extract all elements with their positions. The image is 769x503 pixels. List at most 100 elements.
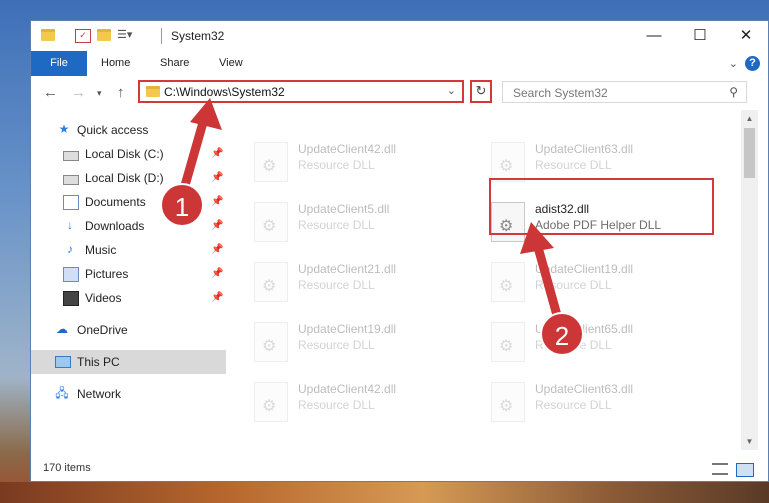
file-name: UpdateClient42.dll — [298, 142, 397, 156]
close-button[interactable]: ✕ — [723, 21, 768, 51]
file-description: Resource DLL — [298, 338, 375, 352]
step-2-badge: 2 — [540, 312, 584, 356]
file-explorer-window: ✓ ☰▾ System32 — ☐ ✕ File Home Share View… — [30, 20, 769, 482]
search-input[interactable]: Search System32 ⚲ — [502, 81, 747, 103]
dll-file-icon: ⚙ — [254, 262, 288, 302]
list-item[interactable]: ⚙ UpdateClient42.dll Resource DLL — [254, 138, 474, 188]
list-item[interactable]: ⚙ UpdateClient19.dll Resource DLL — [254, 318, 474, 368]
network-icon: 🖧 — [55, 386, 69, 400]
forward-arrow-icon[interactable]: → — [71, 84, 86, 101]
pictures-icon — [63, 267, 79, 282]
sidebar-item-this-pc[interactable]: This PC — [31, 350, 226, 374]
dll-file-icon: ⚙ — [254, 382, 288, 422]
back-arrow-icon[interactable]: ← — [43, 84, 58, 101]
videos-icon — [63, 291, 79, 306]
gear-icon: ⚙ — [499, 158, 514, 175]
status-bar: 170 items — [31, 456, 768, 481]
maximize-button[interactable]: ☐ — [677, 21, 723, 51]
window-title: System32 — [171, 29, 225, 43]
sidebar-item-network[interactable]: 🖧 Network — [31, 382, 226, 406]
star-icon: ★ — [58, 122, 70, 136]
dll-file-icon: ⚙ — [491, 142, 525, 182]
file-description: Resource DLL — [535, 398, 612, 412]
dll-file-icon: ⚙ — [491, 382, 525, 422]
sidebar-item-label: Music — [85, 243, 117, 257]
sidebar-item-label: Pictures — [85, 267, 129, 281]
sidebar-item-label: Downloads — [85, 219, 145, 233]
file-description: Resource DLL — [298, 218, 375, 232]
desktop-wallpaper — [0, 482, 769, 503]
title-bar: ✓ ☰▾ System32 — ☐ ✕ — [31, 21, 768, 51]
scroll-thumb[interactable] — [744, 128, 755, 178]
details-view-icon[interactable] — [712, 463, 728, 475]
search-placeholder: Search System32 — [513, 86, 608, 100]
new-folder-icon[interactable] — [97, 29, 111, 41]
pin-icon: 📌 — [211, 220, 224, 231]
gear-icon: ⚙ — [499, 338, 514, 355]
tab-file[interactable]: File — [31, 51, 87, 76]
list-item[interactable]: ⚙ UpdateClient5.dll Resource DLL — [254, 198, 474, 248]
customize-toolbar-icon[interactable]: ☰▾ — [117, 29, 132, 41]
pin-icon: 📌 — [211, 268, 224, 279]
chevron-down-icon[interactable]: ⌄ — [729, 57, 738, 70]
help-icon[interactable]: ? — [745, 56, 760, 71]
sidebar-item-local-disk-d[interactable]: Local Disk (D:) 📌 — [31, 166, 226, 190]
sidebar-item-local-disk-c[interactable]: Local Disk (C:) 📌 — [31, 142, 226, 166]
music-icon: ♪ — [67, 242, 73, 256]
pin-icon: 📌 — [211, 196, 224, 207]
refresh-icon[interactable]: ↻ — [470, 80, 492, 103]
sidebar-item-pictures[interactable]: Pictures 📌 — [31, 262, 226, 286]
gear-icon: ⚙ — [262, 218, 277, 235]
title-separator — [161, 28, 162, 44]
file-description: Resource DLL — [535, 278, 612, 292]
sidebar-item-music[interactable]: ♪ Music 📌 — [31, 238, 226, 262]
navigation-bar: ← → ▾ ↑ C:\Windows\System32 ⌄ ↻ Search S… — [31, 76, 768, 110]
gear-icon: ⚙ — [262, 278, 277, 295]
list-item[interactable]: ⚙ UpdateClient65.dll Resource DLL — [491, 318, 711, 368]
dll-file-icon: ⚙ — [254, 202, 288, 242]
step-1-badge: 1 — [160, 183, 204, 227]
scroll-down-icon[interactable]: ▼ — [741, 433, 758, 450]
sidebar-item-label: This PC — [77, 355, 120, 369]
drive-icon — [63, 151, 79, 161]
pin-icon: 📌 — [211, 172, 224, 183]
file-name: UpdateClient21.dll — [298, 262, 397, 276]
documents-icon — [63, 195, 79, 210]
sidebar-item-label: Quick access — [77, 123, 149, 137]
up-arrow-icon[interactable]: ↑ — [117, 84, 125, 101]
file-description: Resource DLL — [535, 158, 612, 172]
recent-locations-chevron-icon[interactable]: ▾ — [97, 88, 102, 99]
list-item[interactable]: ⚙ UpdateClient19.dll Resource DLL — [491, 258, 711, 308]
tab-view[interactable]: View — [219, 51, 243, 76]
pin-icon: 📌 — [211, 244, 224, 255]
tab-share[interactable]: Share — [160, 51, 189, 76]
address-bar[interactable]: C:\Windows\System32 ⌄ — [138, 80, 464, 103]
file-list: ⚙ UpdateClient42.dll Resource DLL ⚙ Upda… — [226, 110, 741, 450]
address-path[interactable]: C:\Windows\System32 — [164, 85, 285, 99]
dll-file-icon: ⚙ — [254, 322, 288, 362]
dll-file-icon: ⚙ — [491, 262, 525, 302]
file-description: Resource DLL — [298, 398, 375, 412]
list-item[interactable]: ⚙ UpdateClient42.dll Resource DLL — [254, 378, 474, 428]
folder-icon — [41, 29, 55, 41]
list-item[interactable]: ⚙ UpdateClient63.dll Resource DLL — [491, 378, 711, 428]
sidebar-item-onedrive[interactable]: ☁ OneDrive — [31, 318, 226, 342]
file-name: UpdateClient5.dll — [298, 202, 390, 216]
sidebar-item-label: Videos — [85, 291, 122, 305]
file-name: UpdateClient19.dll — [535, 262, 634, 276]
tab-home[interactable]: Home — [101, 51, 130, 76]
large-icons-view-icon[interactable] — [736, 463, 754, 477]
scroll-up-icon[interactable]: ▲ — [741, 110, 758, 127]
chevron-down-icon[interactable]: ⌄ — [447, 84, 456, 97]
file-description: Resource DLL — [298, 278, 375, 292]
properties-icon[interactable]: ✓ — [75, 29, 91, 43]
minimize-button[interactable]: — — [631, 21, 677, 51]
sidebar-item-quick-access[interactable]: ★ Quick access — [31, 118, 226, 142]
sidebar-item-label: Documents — [85, 195, 146, 209]
sidebar-item-videos[interactable]: Videos 📌 — [31, 286, 226, 310]
list-item[interactable]: ⚙ UpdateClient21.dll Resource DLL — [254, 258, 474, 308]
search-icon[interactable]: ⚲ — [729, 85, 738, 99]
download-icon: ↓ — [67, 218, 73, 232]
file-name: UpdateClient63.dll — [535, 382, 634, 396]
vertical-scrollbar[interactable]: ▲ ▼ — [741, 110, 758, 450]
